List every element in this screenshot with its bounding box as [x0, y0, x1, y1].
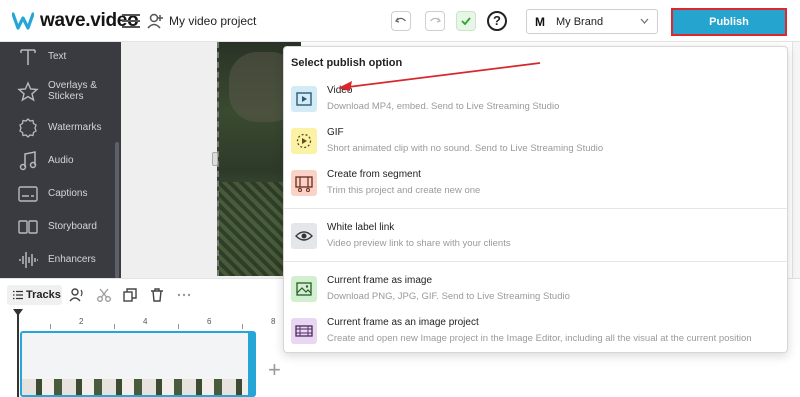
help-button[interactable]: ? — [487, 11, 507, 31]
sidebar-item-label: Watermarks — [48, 122, 102, 133]
option-name: Current frame as an image project — [327, 317, 479, 328]
sidebar-item-label: Audio — [48, 155, 74, 166]
tracks-label: Tracks — [26, 289, 61, 301]
option-name: Create from segment — [327, 169, 421, 180]
publish-option-gif[interactable]: GIF Short animated clip with no sound. S… — [284, 125, 787, 165]
add-user-icon[interactable] — [146, 12, 164, 30]
undo-button[interactable] — [391, 11, 411, 31]
hamburger-menu-icon[interactable] — [122, 14, 140, 28]
sidebar: Text Overlays & Stickers Watermarks Audi… — [0, 42, 121, 312]
chevron-down-icon — [640, 18, 649, 24]
option-description: Short animated clip with no sound. Send … — [327, 143, 604, 154]
more-icon[interactable] — [176, 287, 192, 303]
option-description: Download PNG, JPG, GIF. Send to Live Str… — [327, 291, 570, 302]
undo-icon — [395, 17, 406, 23]
sidebar-item-audio[interactable]: Audio — [0, 146, 121, 178]
option-description: Video preview link to share with your cl… — [327, 238, 511, 249]
tracks-button[interactable]: Tracks — [7, 285, 62, 305]
publish-option-image-project[interactable]: Current frame as an image project Create… — [284, 315, 787, 355]
video-clip[interactable] — [20, 331, 253, 397]
ruler-label: 2 — [79, 317, 84, 326]
right-panel — [792, 42, 800, 278]
clip-trim-handle[interactable] — [248, 331, 256, 397]
check-icon — [461, 17, 471, 26]
redo-button[interactable] — [425, 11, 445, 31]
annotation-arrow-icon — [338, 62, 541, 91]
sidebar-item-label: Enhancers — [48, 254, 96, 265]
option-description: Create and open new Image project in the… — [327, 333, 752, 344]
timeline-ruler[interactable]: 2 4 6 8 — [0, 310, 300, 330]
sidebar-item-label: Text — [48, 51, 67, 62]
ruler-label: 8 — [271, 317, 276, 326]
list-icon — [13, 290, 23, 300]
waveform-icon — [19, 252, 38, 268]
sidebar-item-label: Captions — [48, 188, 88, 199]
sidebar-item-text[interactable]: Text — [0, 42, 121, 74]
publish-button[interactable]: Publish — [671, 8, 787, 36]
film-icon — [291, 318, 317, 344]
publish-option-white-label-link[interactable]: White label link Video preview link to s… — [284, 220, 787, 260]
resize-handle[interactable] — [212, 152, 218, 166]
brand-select[interactable]: M My Brand — [526, 9, 658, 34]
sidebar-item-label: Storyboard — [48, 221, 97, 232]
menu-divider — [284, 261, 787, 262]
playhead[interactable] — [17, 312, 19, 397]
add-track-button[interactable]: + — [268, 357, 281, 383]
storyboard-icon — [18, 220, 38, 234]
segment-icon — [291, 170, 317, 196]
image-icon — [291, 276, 317, 302]
gif-icon — [291, 128, 317, 154]
sidebar-item-enhancers[interactable]: Enhancers — [0, 245, 121, 277]
captions-icon — [18, 186, 38, 202]
wave-logo-icon[interactable] — [12, 12, 34, 30]
option-description: Trim this project and create new one — [327, 185, 481, 196]
project-title[interactable]: My video project — [169, 14, 256, 28]
star-icon — [17, 81, 39, 102]
video-icon — [291, 86, 317, 112]
option-description: Download MP4, embed. Send to Live Stream… — [327, 101, 560, 112]
music-note-icon — [19, 151, 37, 171]
menu-divider — [284, 208, 787, 209]
eye-icon — [291, 223, 317, 249]
sidebar-item-label: Overlays & Stickers — [48, 80, 97, 102]
brand-logo-icon: M — [535, 15, 545, 29]
sidebar-item-watermarks[interactable]: Watermarks — [0, 113, 121, 145]
duplicate-icon[interactable] — [122, 287, 138, 303]
option-name: White label link — [327, 222, 395, 233]
ruler-label: 4 — [143, 317, 148, 326]
text-icon — [20, 49, 36, 65]
trash-icon[interactable] — [149, 287, 165, 303]
sidebar-item-storyboard[interactable]: Storyboard — [0, 212, 121, 244]
top-bar: wave.video My video project ? M My Brand… — [0, 0, 800, 42]
voiceover-icon[interactable] — [69, 287, 85, 303]
sidebar-item-overlays[interactable]: Overlays & Stickers — [0, 75, 121, 111]
sidebar-item-captions[interactable]: Captions — [0, 179, 121, 211]
watermark-icon — [19, 118, 37, 138]
brand-select-value: My Brand — [556, 16, 604, 28]
redo-icon — [430, 17, 441, 23]
publish-option-frame-image[interactable]: Current frame as image Download PNG, JPG… — [284, 273, 787, 313]
option-name: GIF — [327, 127, 344, 138]
option-name: Current frame as image — [327, 275, 433, 286]
saved-status-button[interactable] — [456, 11, 476, 31]
ruler-label: 6 — [207, 317, 212, 326]
publish-option-segment[interactable]: Create from segment Trim this project an… — [284, 167, 787, 207]
scissors-icon[interactable] — [96, 287, 112, 303]
